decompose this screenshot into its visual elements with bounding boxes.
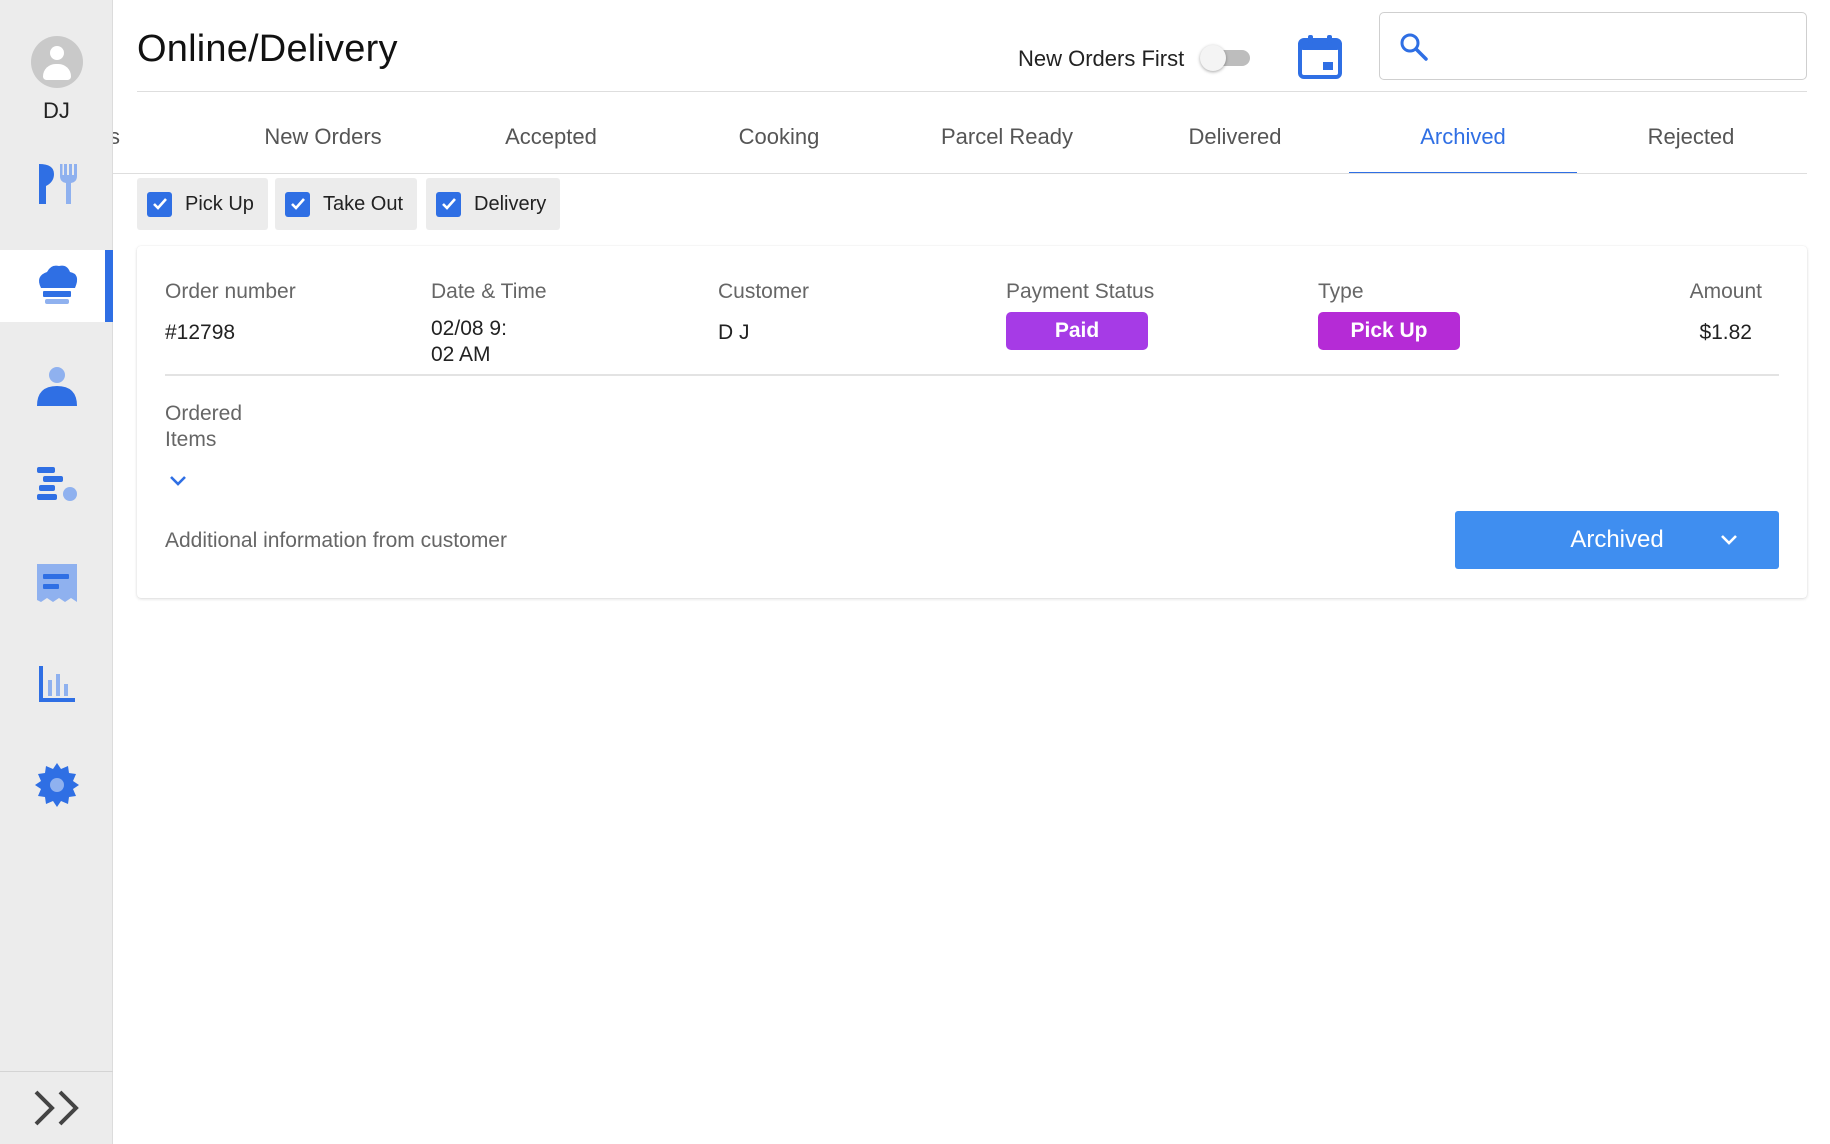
customer-name: D J — [718, 321, 750, 344]
tab-archived[interactable]: Archived — [1349, 100, 1577, 173]
sidebar-item-queue[interactable] — [0, 449, 113, 521]
order-number-header: Order number — [165, 280, 296, 303]
app-root: DJ Online/Delivery New Orders First New … — [0, 0, 1830, 1144]
calendar-icon — [1298, 35, 1342, 79]
sidebar: DJ — [0, 0, 113, 1144]
double-chevron-right-icon — [34, 1090, 79, 1126]
page-title: Online/Delivery — [137, 28, 398, 70]
sidebar-item-settings[interactable] — [0, 749, 113, 821]
sidebar-item-online-delivery[interactable] — [0, 250, 113, 322]
checkbox-checked-icon[interactable] — [147, 191, 172, 217]
order-date-time: 02/08 9: 02 AM — [431, 317, 507, 366]
search-box[interactable] — [1379, 12, 1807, 80]
ordered-items-label: Ordered Items — [165, 402, 243, 451]
user-initials: DJ — [43, 98, 70, 123]
filter-pick-up[interactable]: Pick Up — [137, 178, 268, 230]
filter-label: Pick Up — [185, 192, 254, 215]
order-status-select[interactable]: Archived — [1455, 511, 1779, 569]
receipt-icon — [36, 564, 77, 602]
person-icon — [36, 367, 77, 406]
tab-parcel-ready[interactable]: Parcel Ready — [893, 100, 1121, 173]
sidebar-item-reports[interactable] — [0, 648, 113, 720]
order-card: Order number Date & Time Customer Paymen… — [137, 246, 1807, 598]
payment-status-header: Payment Status — [1006, 280, 1155, 303]
type-header: Type — [1318, 280, 1364, 303]
order-amount: $1.82 — [1699, 321, 1752, 344]
filter-label: Delivery — [474, 192, 547, 215]
gear-icon — [34, 763, 79, 807]
sidebar-item-receipts[interactable] — [0, 548, 113, 620]
order-type-badge: Pick Up — [1318, 312, 1460, 350]
search-icon — [1400, 33, 1428, 61]
tab-accepted[interactable]: Accepted — [437, 100, 665, 173]
utensils-icon — [38, 164, 77, 204]
filter-delivery[interactable]: Delivery — [426, 178, 561, 230]
sidebar-item-menu[interactable] — [0, 148, 113, 220]
tab-delivered[interactable]: Delivered — [1121, 100, 1349, 173]
header-divider — [137, 91, 1807, 92]
order-status-value: Archived — [1570, 526, 1664, 553]
tab-all-orders[interactable]: rders — [113, 100, 209, 173]
new-orders-first-toggle[interactable] — [1200, 45, 1250, 71]
chevron-down-icon[interactable] — [167, 470, 189, 492]
customer-header: Customer — [718, 280, 810, 303]
additional-info-label: Additional information from customer — [165, 529, 507, 552]
search-input[interactable] — [1440, 23, 1790, 69]
tab-cooking[interactable]: Cooking — [665, 100, 893, 173]
sidebar-item-customers[interactable] — [0, 350, 113, 422]
tab-new-orders[interactable]: New Orders — [209, 100, 437, 173]
filter-label: Take Out — [323, 192, 404, 215]
chef-hat-icon — [38, 265, 77, 304]
filter-take-out[interactable]: Take Out — [275, 178, 418, 230]
order-number: #12798 — [165, 321, 236, 344]
checkbox-checked-icon[interactable] — [436, 191, 461, 217]
avatar — [30, 36, 83, 88]
payment-status-badge: Paid — [1006, 312, 1148, 350]
chevron-down-icon — [1721, 535, 1737, 545]
user-profile[interactable]: DJ — [0, 36, 113, 124]
calendar-button[interactable] — [1296, 33, 1344, 81]
new-orders-first-label: New Orders First — [1018, 46, 1185, 71]
tab-rejected[interactable]: Rejected — [1577, 100, 1805, 173]
list-queue-icon — [36, 467, 77, 501]
checkbox-checked-icon[interactable] — [285, 191, 310, 217]
card-divider — [165, 374, 1779, 376]
sidebar-expand-button[interactable] — [0, 1071, 113, 1144]
bar-chart-icon — [38, 666, 75, 702]
amount-header: Amount — [1689, 280, 1762, 303]
date-time-header: Date & Time — [431, 280, 547, 303]
order-status-tabs: rders New Orders Accepted Cooking Parcel… — [113, 100, 1807, 174]
